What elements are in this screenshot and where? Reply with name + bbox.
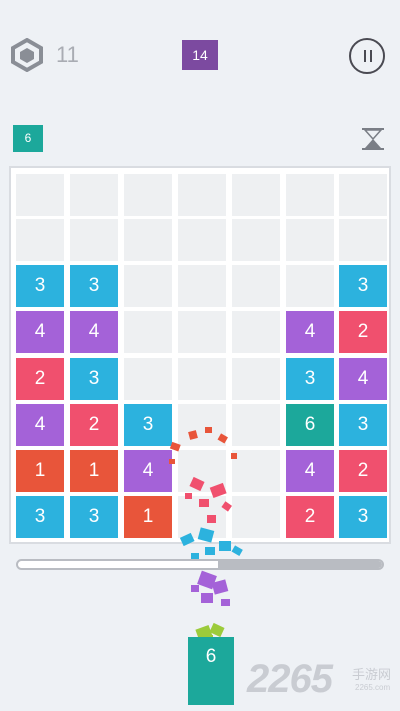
- board-cell: [16, 219, 64, 261]
- number-tile: 3: [70, 496, 118, 538]
- watermark-sub: 手游网: [352, 667, 392, 682]
- number-tile: 6: [286, 404, 334, 446]
- board-cell: [16, 174, 64, 216]
- number-tile: 1: [16, 450, 64, 492]
- pause-icon: [364, 50, 366, 62]
- number-tile: 4: [16, 311, 64, 353]
- board-cell: [232, 265, 280, 307]
- board-cell: [286, 219, 334, 261]
- number-tile: 3: [16, 265, 64, 307]
- number-tile: 2: [339, 450, 387, 492]
- gem-count: 11: [56, 42, 79, 67]
- board-cell: [124, 174, 172, 216]
- number-tile: 3: [286, 358, 334, 400]
- next-tile-preview: 6: [13, 125, 43, 152]
- number-tile: 3: [16, 496, 64, 538]
- board-cell: [232, 311, 280, 353]
- board-cell: [286, 174, 334, 216]
- number-tile: 4: [16, 404, 64, 446]
- board-cell: [339, 219, 387, 261]
- gem-icon: [11, 38, 43, 72]
- board-cell: [178, 358, 226, 400]
- number-tile: 3: [70, 358, 118, 400]
- board-cell: [178, 219, 226, 261]
- level-progress-fill: [218, 561, 382, 568]
- number-tile: 1: [70, 450, 118, 492]
- number-tile: 4: [70, 311, 118, 353]
- falling-tile[interactable]: 6: [188, 637, 234, 705]
- pause-icon: [370, 50, 372, 62]
- number-tile: 4: [286, 311, 334, 353]
- board-cell: [124, 311, 172, 353]
- board-cell: [70, 219, 118, 261]
- watermark-url: 2265.com: [355, 683, 391, 692]
- board-cell: [124, 219, 172, 261]
- tile-explosion-effect: [169, 427, 243, 642]
- board-cell: [124, 265, 172, 307]
- number-tile: 2: [286, 496, 334, 538]
- game-board[interactable]: 33344422334423631144233123 6: [9, 166, 391, 705]
- board-cell: [178, 265, 226, 307]
- number-tile: 2: [339, 311, 387, 353]
- level-progress-bar: [16, 559, 384, 570]
- number-tile: 3: [339, 496, 387, 538]
- board-cell: [339, 174, 387, 216]
- pause-button[interactable]: [349, 38, 385, 74]
- watermark-brand: 2265: [247, 657, 333, 701]
- number-tile: 4: [339, 358, 387, 400]
- board-cell: [232, 358, 280, 400]
- number-tile: 2: [70, 404, 118, 446]
- number-tile: 2: [16, 358, 64, 400]
- board-cell: [124, 358, 172, 400]
- board-cell: [232, 219, 280, 261]
- number-tile: 4: [286, 450, 334, 492]
- board-cell: [178, 174, 226, 216]
- number-tile: 3: [339, 404, 387, 446]
- hourglass-icon[interactable]: [360, 126, 386, 152]
- number-tile: 3: [70, 265, 118, 307]
- number-tile: 3: [339, 265, 387, 307]
- board-cell: [232, 174, 280, 216]
- level-badge: 14: [182, 40, 218, 70]
- board-cell: [70, 174, 118, 216]
- board-cell: [178, 311, 226, 353]
- board-cell: [286, 265, 334, 307]
